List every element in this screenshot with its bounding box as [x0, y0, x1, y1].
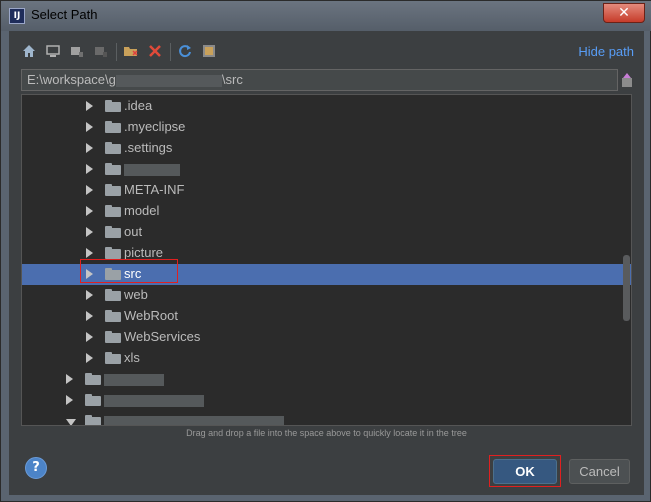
- folder-icon: [105, 142, 121, 154]
- collapsed-arrow-icon[interactable]: [86, 227, 93, 237]
- expanded-arrow-icon[interactable]: [66, 419, 76, 425]
- collapsed-arrow-icon[interactable]: [86, 353, 93, 363]
- toolbar-separator: [170, 43, 171, 61]
- tree-row[interactable]: [22, 159, 631, 180]
- drag-drop-hint: Drag and drop a file into the space abov…: [186, 428, 467, 438]
- folder-icon: [105, 121, 121, 133]
- help-icon[interactable]: ?: [25, 457, 47, 479]
- tree-row[interactable]: .idea: [22, 96, 631, 117]
- redacted-text: [124, 164, 180, 176]
- tree-row[interactable]: [22, 390, 631, 411]
- tree-row[interactable]: out: [22, 222, 631, 243]
- tree-row-label: META-INF: [124, 182, 185, 197]
- tree-row-label: .myeclipse: [124, 119, 186, 134]
- collapsed-arrow-icon[interactable]: [66, 395, 73, 405]
- folder-icon: [105, 184, 121, 196]
- redacted-text: [104, 395, 204, 407]
- hide-path-link[interactable]: Hide path: [578, 44, 634, 59]
- delete-icon[interactable]: [145, 41, 165, 61]
- toolbar: Hide path: [19, 41, 634, 63]
- intellij-app-icon: IJ: [9, 8, 25, 24]
- window-title: Select Path: [31, 7, 98, 22]
- redacted-text: [115, 74, 222, 87]
- folder-icon: [105, 352, 121, 364]
- path-prefix: E:\workspace\g: [27, 72, 116, 87]
- tree-row[interactable]: web: [22, 285, 631, 306]
- folder-icon: [105, 268, 121, 280]
- refresh-icon[interactable]: [175, 41, 195, 61]
- collapsed-arrow-icon[interactable]: [86, 143, 93, 153]
- collapsed-arrow-icon[interactable]: [66, 374, 73, 384]
- path-input[interactable]: E:\workspace\g \src: [21, 69, 618, 91]
- tree-row-label: src: [124, 266, 142, 281]
- folder-icon: [105, 163, 121, 175]
- close-button[interactable]: ✕: [603, 3, 645, 23]
- tree-row-label: web: [124, 287, 148, 302]
- tree-row-label: .idea: [124, 98, 153, 113]
- tree-row-label: out: [124, 224, 143, 239]
- select-path-window: IJ Select Path ✕ Hide path E:\workspace\…: [0, 0, 651, 502]
- collapsed-arrow-icon[interactable]: [86, 332, 93, 342]
- tree-row-label: xls: [124, 350, 140, 365]
- module-icon[interactable]: [91, 41, 111, 61]
- tree-row[interactable]: src: [22, 264, 631, 285]
- tree-row-label: picture: [124, 245, 164, 260]
- collapsed-arrow-icon[interactable]: [86, 164, 93, 174]
- tree-row[interactable]: [22, 369, 631, 390]
- desktop-icon[interactable]: [43, 41, 63, 61]
- tree-row[interactable]: .settings: [22, 138, 631, 159]
- tree-row-label: WebServices: [124, 329, 201, 344]
- path-suffix: \src: [221, 72, 243, 87]
- project-icon[interactable]: [67, 41, 87, 61]
- collapsed-arrow-icon[interactable]: [86, 122, 93, 132]
- redacted-text: [104, 374, 164, 386]
- collapsed-arrow-icon[interactable]: [86, 101, 93, 111]
- tree-row[interactable]: picture: [22, 243, 631, 264]
- tree-row[interactable]: xls: [22, 348, 631, 369]
- collapsed-arrow-icon[interactable]: [86, 248, 93, 258]
- folder-icon: [105, 100, 121, 112]
- tree-row-label: WebRoot: [124, 308, 178, 323]
- folder-icon: [105, 310, 121, 322]
- folder-icon: [105, 226, 121, 238]
- cancel-button[interactable]: Cancel: [569, 459, 630, 484]
- collapsed-arrow-icon[interactable]: [86, 206, 93, 216]
- title-bar[interactable]: IJ Select Path ✕: [1, 1, 651, 31]
- collapsed-arrow-icon[interactable]: [86, 269, 93, 279]
- tree-row[interactable]: model: [22, 201, 631, 222]
- collapsed-arrow-icon[interactable]: [86, 290, 93, 300]
- tree-row[interactable]: WebRoot: [22, 306, 631, 327]
- collapsed-arrow-icon[interactable]: [86, 311, 93, 321]
- redacted-text: [104, 416, 284, 425]
- tree-row[interactable]: META-INF: [22, 180, 631, 201]
- folder-icon: [105, 247, 121, 259]
- tree-row[interactable]: .myeclipse: [22, 117, 631, 138]
- dialog-body: Hide path E:\workspace\g \src .idea .myecl…: [9, 31, 644, 495]
- folder-icon: [85, 373, 101, 385]
- tree-scrollbar[interactable]: [623, 255, 630, 321]
- folder-icon: [85, 394, 101, 406]
- file-tree[interactable]: .idea .myeclipse .settings META-INF model out…: [21, 94, 632, 426]
- collapsed-arrow-icon[interactable]: [86, 185, 93, 195]
- home-icon[interactable]: [19, 41, 39, 61]
- folder-icon: [85, 415, 101, 425]
- toolbar-separator: [116, 43, 117, 61]
- show-hidden-icon[interactable]: [199, 41, 219, 61]
- tree-row-label: model: [124, 203, 160, 218]
- path-history-icon[interactable]: [619, 71, 635, 89]
- new-folder-icon[interactable]: [121, 41, 141, 61]
- tree-row[interactable]: [22, 411, 631, 425]
- ok-button[interactable]: OK: [493, 459, 557, 484]
- folder-icon: [105, 289, 121, 301]
- tree-row[interactable]: WebServices: [22, 327, 631, 348]
- folder-icon: [105, 205, 121, 217]
- folder-icon: [105, 331, 121, 343]
- tree-row-label: .settings: [124, 140, 173, 155]
